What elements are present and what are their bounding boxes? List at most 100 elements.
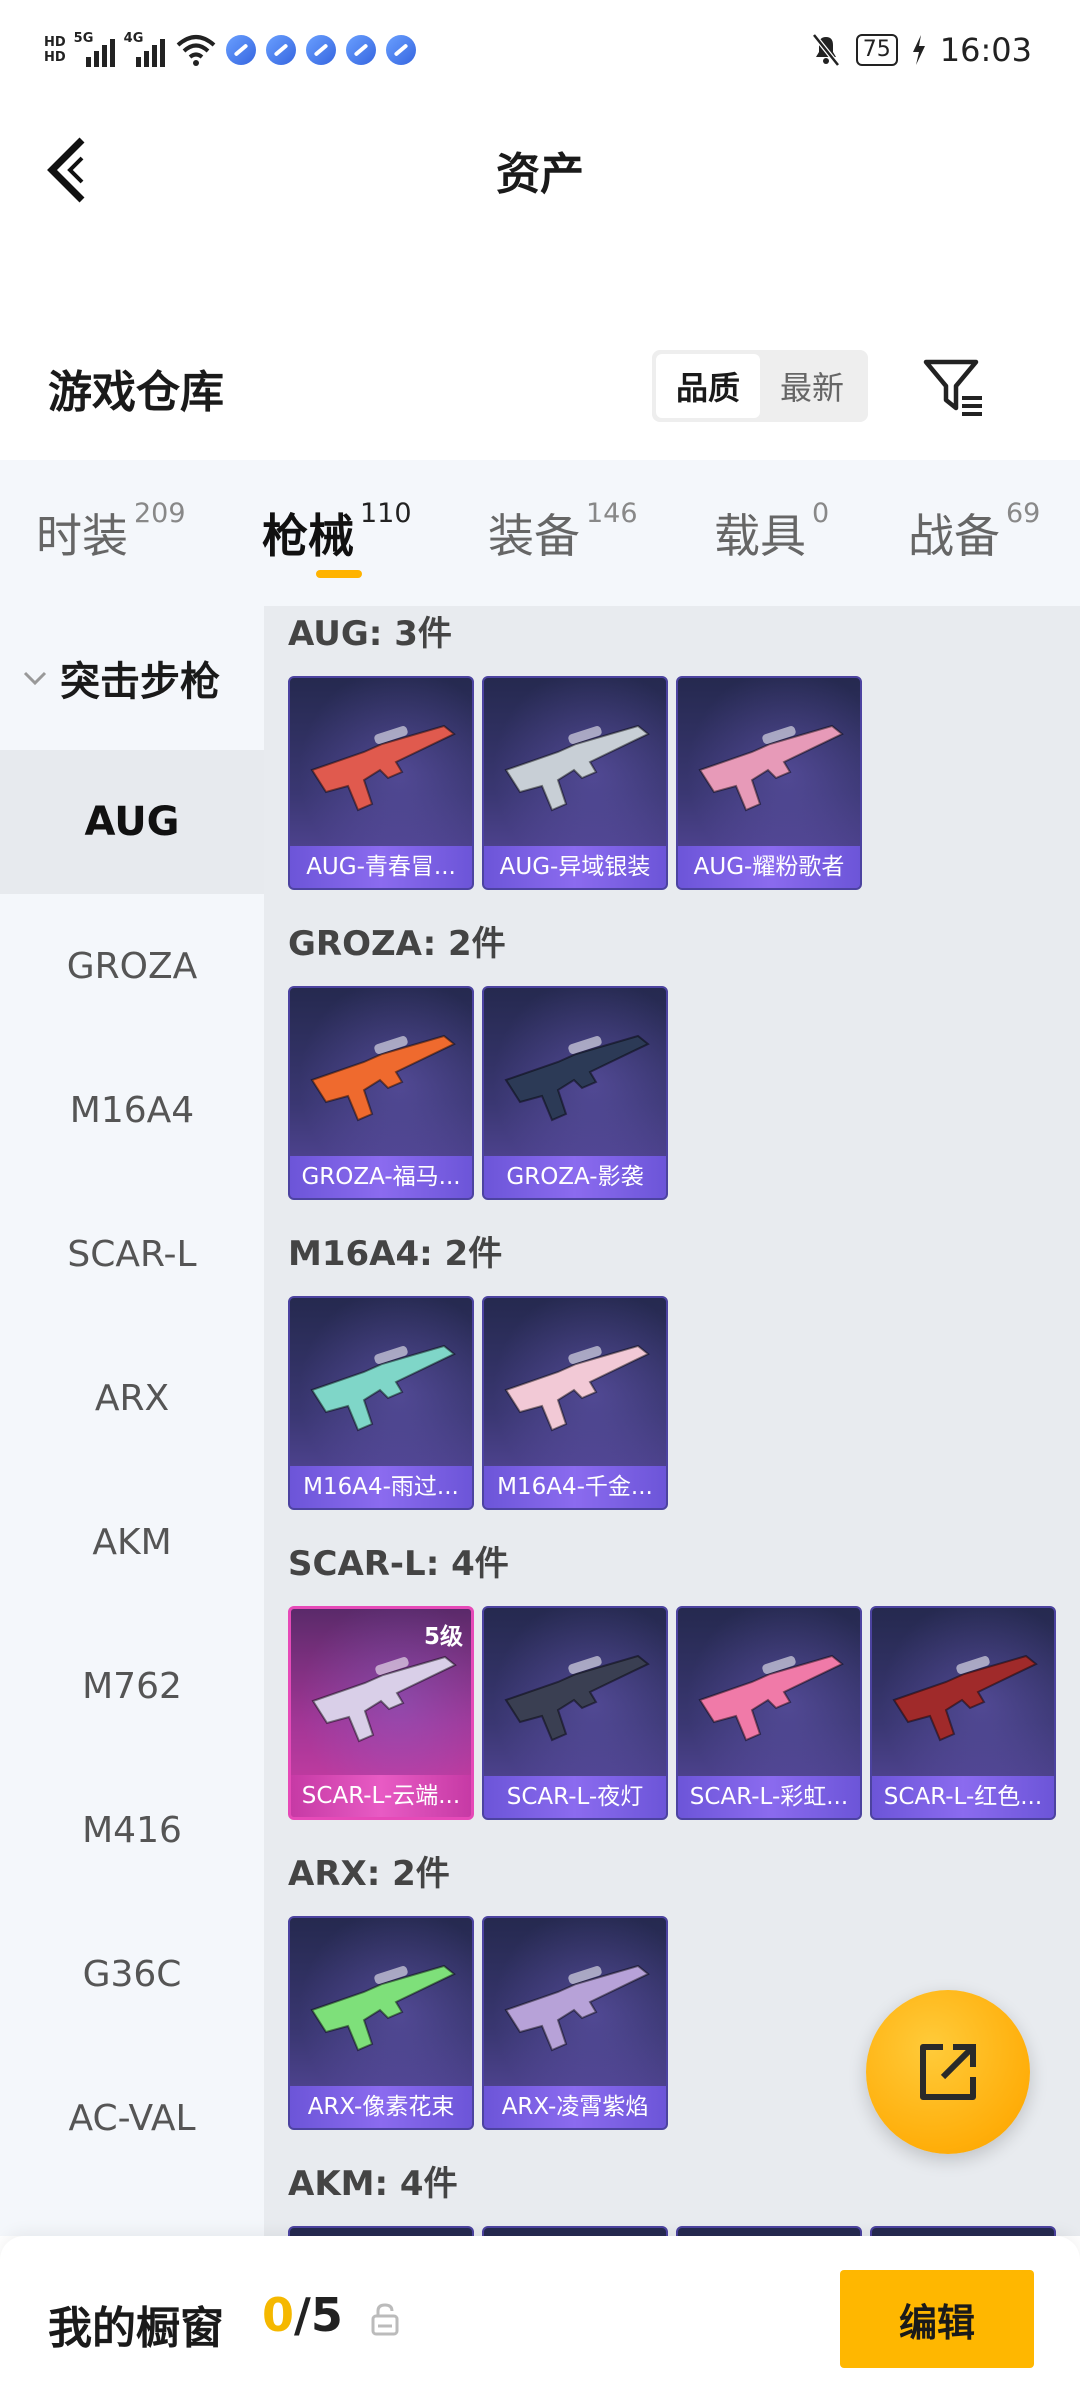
app-notification-icon (345, 35, 376, 65)
weapon-skin-name: GROZA-影袭 (484, 1156, 666, 1198)
weapon-skin-card[interactable] (870, 2226, 1056, 2236)
weapon-skin-name: GROZA-福马... (290, 1156, 472, 1198)
tab-count: 69 (1006, 498, 1041, 529)
tab-equipment[interactable]: 装备 146 (488, 498, 638, 566)
net2-label: 4G (123, 31, 144, 46)
filter-button[interactable] (922, 356, 986, 420)
app-notification-icon (305, 35, 336, 65)
share-button[interactable] (866, 1990, 1030, 2154)
showcase-current: 0 (262, 2288, 295, 2342)
sidebar-item-arx[interactable]: ARX (0, 1326, 264, 1470)
sidebar-item-scar-l[interactable]: SCAR-L (0, 1182, 264, 1326)
weapon-skin-card[interactable]: M16A4-雨过... (288, 1296, 474, 1510)
edit-button[interactable]: 编辑 (840, 2270, 1034, 2368)
weapon-skin-card[interactable]: GROZA-影袭 (482, 986, 668, 1200)
section-title: SCAR-L: 4件 (288, 1544, 509, 1584)
sidebar-item-g36c[interactable]: G36C (0, 1902, 264, 2046)
tab-count: 146 (586, 498, 638, 529)
tab-count: 110 (360, 498, 412, 529)
showcase-bar: 我的橱窗 0/5 编辑 (0, 2236, 1080, 2400)
sort-toggle: 品质 最新 (652, 350, 868, 422)
section-title: AUG: 3件 (288, 614, 452, 654)
net1-label: 5G (73, 31, 94, 46)
weapon-skin-card[interactable]: M16A4-千金... (482, 1296, 668, 1510)
level-badge: 5级 (423, 1624, 463, 1650)
tab-label: 装备 (488, 509, 580, 563)
sort-newest-button[interactable]: 最新 (760, 354, 864, 418)
app-notification-icon (385, 35, 416, 65)
section-title: M16A4: 2件 (288, 1234, 503, 1274)
tab-weapons[interactable]: 枪械 110 (262, 498, 412, 566)
weapon-skin-name: ARX-像素花束 (290, 2086, 472, 2128)
sidebar-item-m416[interactable]: M416 (0, 1758, 264, 1902)
app-notification-icon (265, 35, 296, 65)
sort-quality-button[interactable]: 品质 (656, 354, 760, 418)
weapon-skin-card[interactable]: SCAR-L-红色... (870, 1606, 1056, 1820)
weapon-skin-card[interactable] (676, 2226, 862, 2236)
weapon-sidebar: 突击步枪 AUG GROZA M16A4 SCAR-L ARX AKM M762… (0, 606, 264, 2236)
weapon-skin-name: M16A4-千金... (484, 1466, 666, 1508)
weapon-skin-card[interactable]: AUG-青春冒... (288, 676, 474, 890)
rifle-icon (310, 1344, 456, 1432)
section-title: AKM: 4件 (288, 2164, 458, 2204)
rifle-icon (892, 1654, 1038, 1742)
rifle-icon (310, 1034, 456, 1122)
sidebar-item-m16a4[interactable]: M16A4 (0, 1038, 264, 1182)
status-bar: HD HD 5G 4G 75 16:03 (0, 0, 1080, 100)
sidebar-group-label: 突击步枪 (60, 659, 220, 705)
weapon-skin-name: SCAR-L-彩虹... (678, 1776, 860, 1818)
showcase-count: 0/5 (262, 2288, 343, 2342)
tab-count: 209 (134, 498, 186, 529)
weapon-skin-name: SCAR-L-红色... (872, 1776, 1054, 1818)
rifle-icon (698, 724, 844, 812)
charging-icon (912, 35, 925, 65)
sidebar-item-akm[interactable]: AKM (0, 1470, 264, 1614)
tab-label: 时装 (36, 509, 128, 563)
app-notification-icon (225, 35, 256, 65)
tab-vehicles[interactable]: 载具 0 (714, 498, 830, 566)
sidebar-item-aug[interactable]: AUG (0, 750, 264, 894)
weapon-skin-card[interactable]: AUG-异域银装 (482, 676, 668, 890)
weapon-skin-card[interactable]: SCAR-L-彩虹... (676, 1606, 862, 1820)
active-tab-indicator (316, 570, 362, 578)
share-external-icon (920, 2044, 976, 2100)
signal-4g-icon: 4G (123, 31, 166, 67)
weapon-skin-card[interactable]: 5级 SCAR-L-云端... (288, 1606, 474, 1820)
weapon-skin-card[interactable]: GROZA-福马... (288, 986, 474, 1200)
rifle-icon (310, 1964, 456, 2052)
weapon-skin-name: AUG-耀粉歌者 (678, 846, 860, 888)
rifle-icon (504, 1654, 650, 1742)
status-left: HD HD 5G 4G (44, 22, 416, 78)
weapon-skin-card[interactable]: ARX-凌霄紫焰 (482, 1916, 668, 2130)
hd-indicator: HD HD (44, 35, 66, 65)
sidebar-group-assault-rifles[interactable]: 突击步枪 (0, 606, 264, 750)
rifle-icon (504, 1964, 650, 2052)
weapon-skin-card[interactable]: SCAR-L-夜灯 (482, 1606, 668, 1820)
rifle-icon (698, 1654, 844, 1742)
sidebar-item-m762[interactable]: M762 (0, 1614, 264, 1758)
tab-outfits[interactable]: 时装 209 (36, 498, 186, 566)
tab-label: 枪械 (262, 509, 354, 563)
page-title: 资产 (496, 149, 584, 200)
weapon-skin-card[interactable] (482, 2226, 668, 2236)
sidebar-item-groza[interactable]: GROZA (0, 894, 264, 1038)
showcase-separator: / (294, 2288, 311, 2342)
tab-label: 战备 (908, 509, 1000, 563)
signal-5g-icon: 5G (73, 31, 116, 67)
category-tabs: 时装 209 枪械 110 装备 146 载具 0 战备 69 (0, 460, 1080, 606)
section-title: GROZA: 2件 (288, 924, 506, 964)
weapon-skin-card[interactable] (288, 2226, 474, 2236)
weapon-skin-name: AUG-青春冒... (290, 846, 472, 888)
rifle-icon (504, 1034, 650, 1122)
tab-supplies[interactable]: 战备 69 (908, 498, 1041, 566)
weapon-skin-name: ARX-凌霄紫焰 (484, 2086, 666, 2128)
rifle-icon (504, 1344, 650, 1432)
clock: 16:03 (939, 31, 1032, 69)
sidebar-item-ac-val[interactable]: AC-VAL (0, 2046, 264, 2190)
weapon-skin-name: AUG-异域银装 (484, 846, 666, 888)
tab-count: 0 (812, 498, 830, 529)
weapon-skin-card[interactable]: AUG-耀粉歌者 (676, 676, 862, 890)
weapon-skin-card[interactable]: ARX-像素花束 (288, 1916, 474, 2130)
filter-icon (923, 359, 982, 416)
status-right: 75 16:03 (810, 28, 1032, 72)
